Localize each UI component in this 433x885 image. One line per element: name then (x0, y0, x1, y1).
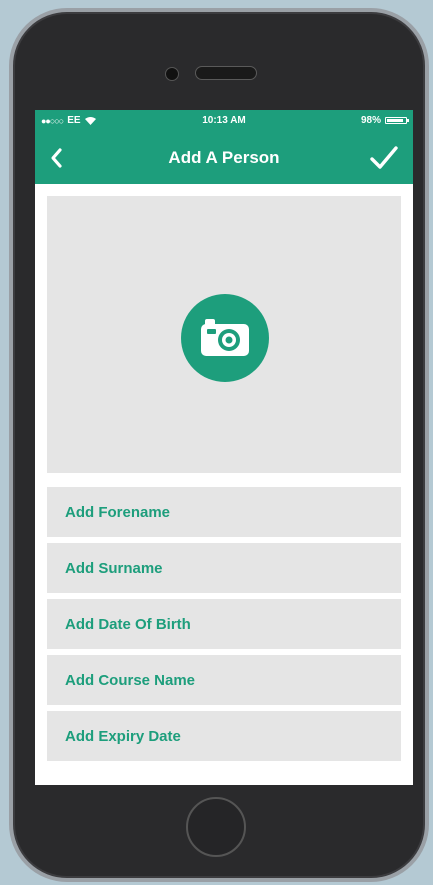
checkmark-icon (370, 146, 398, 169)
date-of-birth-placeholder: Add Date Of Birth (65, 616, 191, 633)
forename-placeholder: Add Forename (65, 504, 171, 521)
expiry-date-placeholder: Add Expiry Date (65, 728, 181, 745)
course-name-field[interactable]: Add Course Name (47, 655, 401, 705)
home-button[interactable] (186, 797, 246, 857)
save-button[interactable] (369, 144, 399, 172)
front-camera (165, 67, 179, 81)
add-photo-button[interactable] (181, 294, 269, 382)
surname-placeholder: Add Surname (65, 560, 163, 577)
earpiece-speaker (195, 66, 257, 80)
screen: ●●○○○ EE 10:13 AM 98% Add A Person Add F… (35, 110, 413, 785)
status-bar: ●●○○○ EE 10:13 AM 98% (35, 110, 413, 132)
battery-percent: 98% (360, 115, 381, 126)
surname-field[interactable]: Add Surname (47, 543, 401, 593)
status-time: 10:13 AM (202, 115, 246, 126)
date-of-birth-field[interactable]: Add Date Of Birth (47, 599, 401, 649)
course-name-placeholder: Add Course Name (65, 672, 196, 689)
phone-frame: ●●○○○ EE 10:13 AM 98% Add A Person Add F… (9, 8, 429, 882)
expiry-date-field[interactable]: Add Expiry Date (47, 711, 401, 761)
battery-icon (385, 117, 409, 124)
photo-area[interactable] (47, 196, 401, 473)
navigation-bar: Add A Person (35, 132, 413, 184)
camera-icon (201, 319, 249, 356)
status-right: 98% (360, 115, 409, 126)
forename-field[interactable]: Add Forename (47, 487, 401, 537)
page-title: Add A Person (168, 148, 280, 167)
